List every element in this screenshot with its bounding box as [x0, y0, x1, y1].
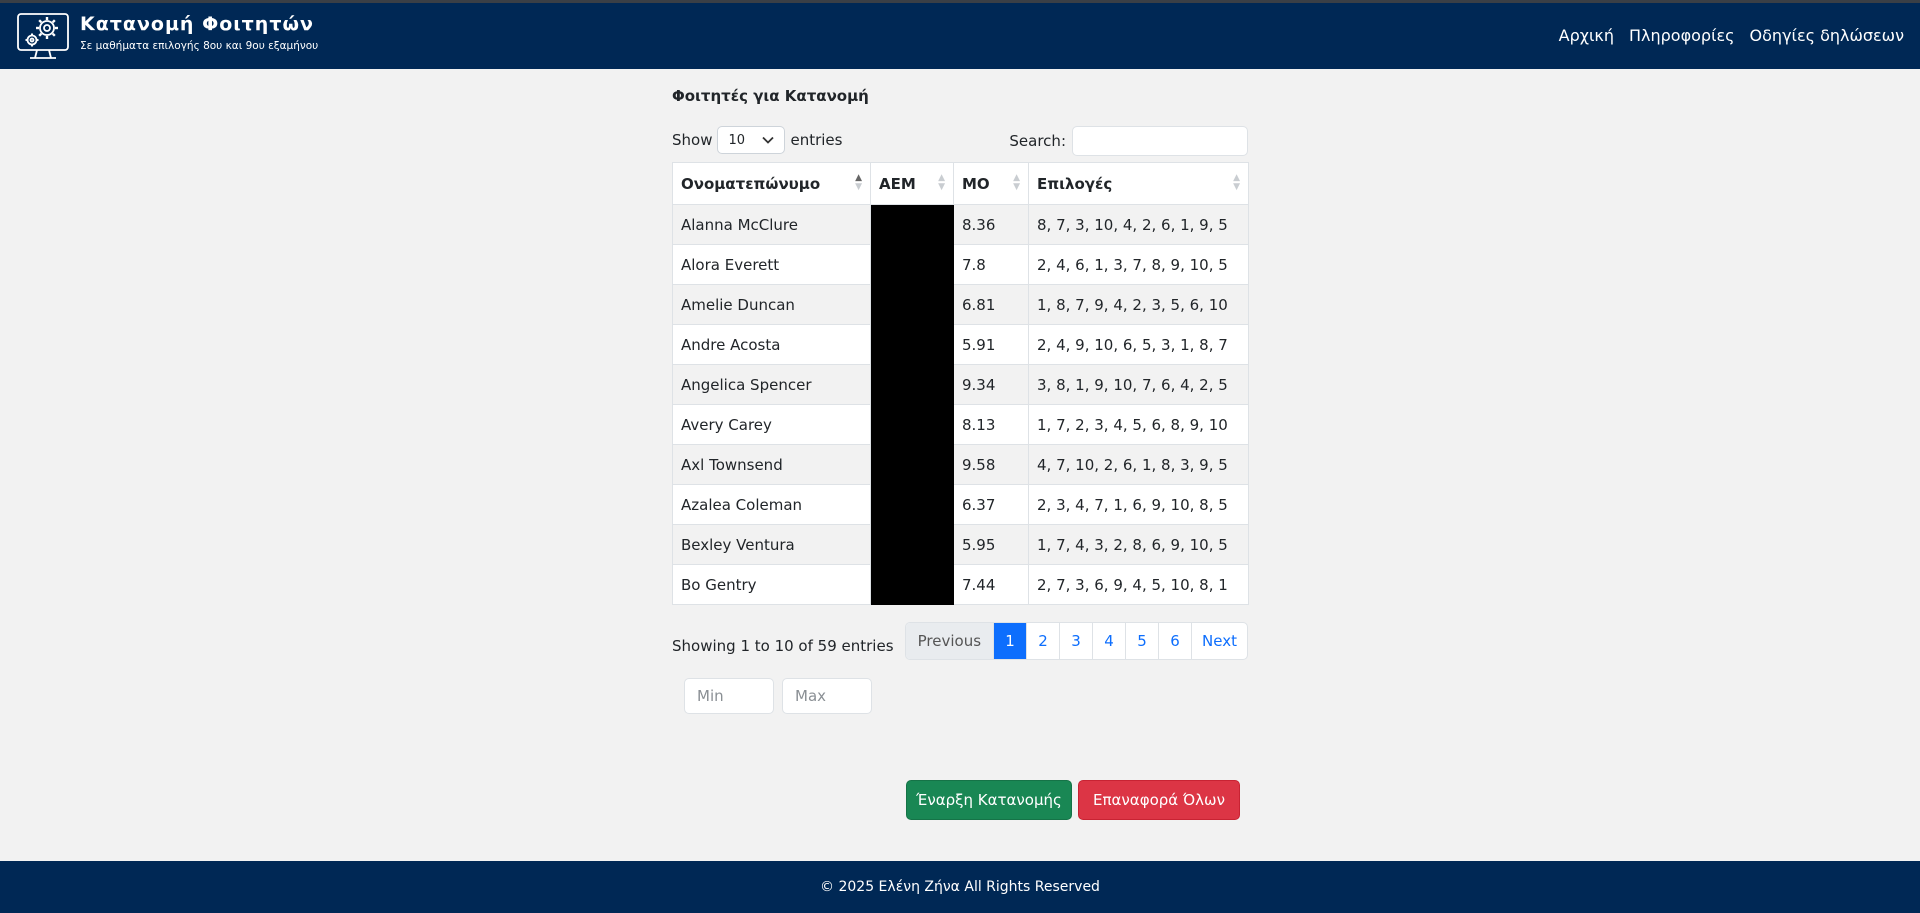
pagination: Previous 1 2 3 4 5 6 Next [904, 622, 1248, 660]
footer: © 2025 Ελένη Ζήνα All Rights Reserved [0, 861, 1920, 913]
gear-monitor-icon [17, 13, 69, 59]
section-title: Φοιτητές για Κατανομή [672, 87, 869, 105]
cell-aem-redacted [870, 404, 954, 445]
pagination-page-3[interactable]: 3 [1059, 623, 1092, 659]
sort-icon: ▲ ▼ [1233, 173, 1240, 192]
cell-choices: 4, 7, 10, 2, 6, 1, 8, 3, 9, 5 [1028, 444, 1249, 485]
cell-choices: 8, 7, 3, 10, 4, 2, 6, 1, 9, 5 [1028, 204, 1249, 245]
table-row[interactable]: Andre Acosta 5.91 2, 4, 9, 10, 6, 5, 3, 1,… [672, 324, 1249, 365]
table-row[interactable]: Axl Townsend 9.58 4, 7, 10, 2, 6, 1, 8, 3,… [672, 444, 1249, 485]
cell-mo: 9.58 [953, 444, 1029, 485]
main-nav: Αρχική Πληροφορίες Οδηγίες δηλώσεων [1559, 26, 1904, 45]
cell-name: Angelica Spencer [672, 364, 871, 405]
cell-choices: 2, 4, 9, 10, 6, 5, 3, 1, 8, 7 [1028, 324, 1249, 365]
table-row[interactable]: Bexley Ventura 5.95 1, 7, 4, 3, 2, 8, 6, 9… [672, 524, 1249, 565]
table-row[interactable]: Alora Everett 7.8 2, 4, 6, 1, 3, 7, 8, 9, … [672, 244, 1249, 285]
cell-mo: 5.91 [953, 324, 1029, 365]
pagination-page-1[interactable]: 1 [993, 623, 1027, 659]
table-row[interactable]: Amelie Duncan 6.81 1, 8, 7, 9, 4, 2, 3, 5,… [672, 284, 1249, 325]
cell-choices: 1, 7, 4, 3, 2, 8, 6, 9, 10, 5 [1028, 524, 1249, 565]
cell-mo: 6.37 [953, 484, 1029, 525]
entries-select[interactable]: 10 [717, 126, 786, 154]
cell-aem-redacted [870, 204, 954, 245]
max-filter-input[interactable] [782, 678, 872, 714]
table-row[interactable]: Alanna McClure 8.36 8, 7, 3, 10, 4, 2, 6, … [672, 204, 1249, 245]
cell-name: Azalea Coleman [672, 484, 871, 525]
cell-mo: 5.95 [953, 524, 1029, 565]
table-info: Showing 1 to 10 of 59 entries [672, 637, 894, 655]
entries-length-control: Show 10 entries [672, 125, 842, 155]
start-allocation-button[interactable]: Έναρξη Κατανομής [906, 780, 1072, 820]
pagination-page-2[interactable]: 2 [1026, 623, 1059, 659]
cell-aem-redacted [870, 524, 954, 565]
entries-select-value: 10 [728, 132, 746, 148]
reset-all-button[interactable]: Επαναφορά Όλων [1078, 780, 1240, 820]
cell-mo: 7.44 [953, 564, 1029, 605]
cell-aem-redacted [870, 564, 954, 605]
table-row[interactable]: Azalea Coleman 6.37 2, 3, 4, 7, 1, 6, 9, 1… [672, 484, 1249, 525]
column-header-mo[interactable]: ΜΟ ▲ ▼ [953, 162, 1029, 205]
cell-name: Amelie Duncan [672, 284, 871, 325]
sort-icon: ▲ ▼ [938, 173, 945, 192]
cell-choices: 1, 7, 2, 3, 4, 5, 6, 8, 9, 10 [1028, 404, 1249, 445]
table-row[interactable]: Bo Gentry 7.44 2, 7, 3, 6, 9, 4, 5, 10, 8,… [672, 564, 1249, 605]
min-filter-input[interactable] [684, 678, 774, 714]
table-row[interactable]: Angelica Spencer 9.34 3, 8, 1, 9, 10, 7, 6… [672, 364, 1249, 405]
chevron-down-icon [762, 136, 775, 144]
students-table: Ονοματεπώνυμο ▲ ▼ ΑΕΜ ▲ ▼ ΜΟ ▲ ▼ Επιλογές ▲ ▼ Al… [672, 162, 1249, 605]
pagination-page-4[interactable]: 4 [1092, 623, 1125, 659]
cell-aem-redacted [870, 324, 954, 365]
cell-name: Bo Gentry [672, 564, 871, 605]
table-header-row: Ονοματεπώνυμο ▲ ▼ ΑΕΜ ▲ ▼ ΜΟ ▲ ▼ Επιλογές ▲ ▼ [672, 162, 1249, 205]
pagination-previous[interactable]: Previous [905, 623, 994, 659]
cell-aem-redacted [870, 444, 954, 485]
column-header-mo-label: ΜΟ [962, 174, 990, 193]
footer-copyright: © 2025 Ελένη Ζήνα All Rights Reserved [820, 879, 1100, 895]
cell-name: Avery Carey [672, 404, 871, 445]
cell-mo: 6.81 [953, 284, 1029, 325]
search-input[interactable] [1072, 126, 1248, 156]
search-label: Search: [1009, 132, 1066, 150]
column-header-choices-label: Επιλογές [1037, 174, 1113, 193]
cell-name: Andre Acosta [672, 324, 871, 365]
column-header-name-label: Ονοματεπώνυμο [681, 174, 821, 193]
cell-choices: 2, 7, 3, 6, 9, 4, 5, 10, 8, 1 [1028, 564, 1249, 605]
cell-name: Bexley Ventura [672, 524, 871, 565]
cell-mo: 9.34 [953, 364, 1029, 405]
sort-icon: ▲ ▼ [855, 173, 862, 192]
cell-aem-redacted [870, 244, 954, 285]
cell-choices: 2, 3, 4, 7, 1, 6, 9, 10, 8, 5 [1028, 484, 1249, 525]
entries-label: entries [790, 131, 843, 149]
pagination-page-5[interactable]: 5 [1125, 623, 1158, 659]
nav-home[interactable]: Αρχική [1559, 26, 1614, 45]
cell-aem-redacted [870, 284, 954, 325]
nav-info[interactable]: Πληροφορίες [1629, 26, 1735, 45]
cell-mo: 7.8 [953, 244, 1029, 285]
navbar: Κατανομή Φοιτητών Σε μαθήματα επιλογής 8… [0, 3, 1920, 69]
table-search: Search: [1009, 125, 1248, 157]
cell-name: Axl Townsend [672, 444, 871, 485]
pagination-page-6[interactable]: 6 [1158, 623, 1191, 659]
column-header-aem[interactable]: ΑΕΜ ▲ ▼ [870, 162, 954, 205]
cell-choices: 3, 8, 1, 9, 10, 7, 6, 4, 2, 5 [1028, 364, 1249, 405]
cell-mo: 8.13 [953, 404, 1029, 445]
show-label: Show [672, 131, 713, 149]
column-header-choices[interactable]: Επιλογές ▲ ▼ [1028, 162, 1249, 205]
column-header-aem-label: ΑΕΜ [879, 174, 916, 193]
table-row[interactable]: Avery Carey 8.13 1, 7, 2, 3, 4, 5, 6, 8, 9… [672, 404, 1249, 445]
cell-mo: 8.36 [953, 204, 1029, 245]
cell-choices: 1, 8, 7, 9, 4, 2, 3, 5, 6, 10 [1028, 284, 1249, 325]
column-header-name[interactable]: Ονοματεπώνυμο ▲ ▼ [672, 162, 871, 205]
cell-name: Alanna McClure [672, 204, 871, 245]
cell-aem-redacted [870, 364, 954, 405]
brand-title: Κατανομή Φοιτητών [80, 13, 314, 35]
cell-name: Alora Everett [672, 244, 871, 285]
cell-choices: 2, 4, 6, 1, 3, 7, 8, 9, 10, 5 [1028, 244, 1249, 285]
brand-subtitle: Σε μαθήματα επιλογής 8ου και 9ου εξαμήνο… [80, 40, 319, 52]
cell-aem-redacted [870, 484, 954, 525]
sort-icon: ▲ ▼ [1013, 173, 1020, 192]
pagination-next[interactable]: Next [1191, 623, 1247, 659]
nav-instructions[interactable]: Οδηγίες δηλώσεων [1750, 26, 1904, 45]
